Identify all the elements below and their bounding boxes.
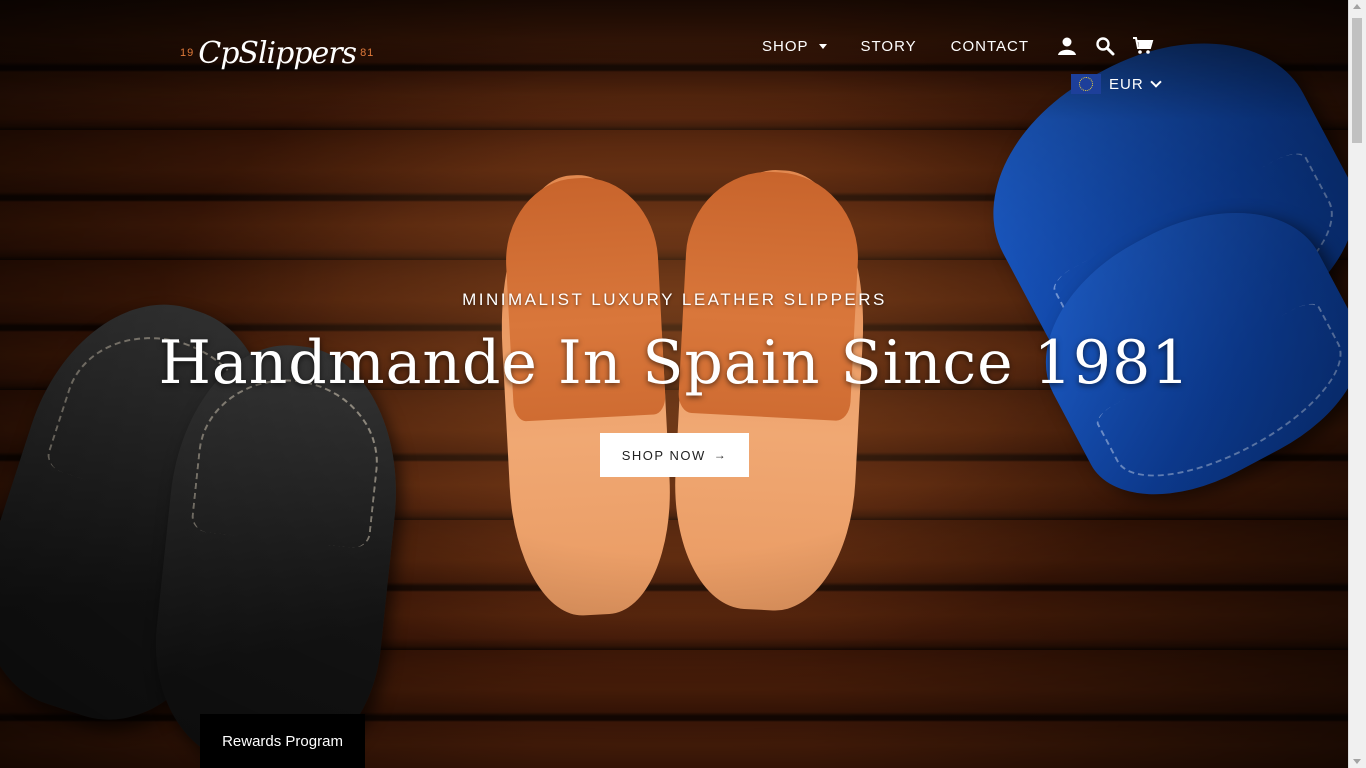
page-scrollbar[interactable]: [1348, 0, 1366, 768]
scroll-down-icon[interactable]: [1353, 759, 1361, 764]
hero-text: MINIMALIST LUXURY LEATHER SLIPPERS Handm…: [0, 290, 1349, 398]
logo-year-right: 81: [360, 47, 375, 59]
account-icon[interactable]: [1055, 34, 1079, 58]
shop-now-label: SHOP NOW: [621, 447, 706, 463]
hero-title: Handmande In Spain Since 1981: [158, 328, 1191, 398]
search-icon[interactable]: [1093, 34, 1117, 58]
nav-contact[interactable]: CONTACT: [951, 38, 1029, 55]
main-nav: SHOP STORY CONTACT: [762, 34, 1169, 58]
rewards-program-button[interactable]: Rewards Program: [200, 714, 365, 768]
nav-shop[interactable]: SHOP: [762, 38, 827, 55]
arrow-right-icon: →: [713, 448, 728, 462]
nav-story[interactable]: STORY: [861, 38, 917, 55]
logo-wordmark: CpSlippers: [198, 35, 357, 71]
currency-label: EUR: [1109, 75, 1144, 93]
eu-flag-icon: [1071, 74, 1101, 94]
hero-subtitle: MINIMALIST LUXURY LEATHER SLIPPERS: [462, 290, 887, 309]
brand-logo[interactable]: 19 CpSlippers 81: [180, 28, 373, 78]
scroll-up-icon[interactable]: [1353, 4, 1361, 9]
chevron-down-icon: [1150, 76, 1162, 88]
shop-now-button[interactable]: SHOP NOW →: [600, 433, 749, 477]
logo-year-left: 19: [180, 47, 195, 59]
currency-selector[interactable]: EUR: [1071, 74, 1162, 94]
nav-shop-label: SHOP: [762, 37, 809, 55]
chevron-down-icon: [818, 43, 827, 49]
cart-icon[interactable]: [1131, 34, 1155, 58]
site-header: 19 CpSlippers 81 SHOP STORY CONTACT EUR: [0, 0, 1349, 110]
page: 19 CpSlippers 81 SHOP STORY CONTACT EUR: [0, 0, 1349, 768]
scroll-thumb[interactable]: [1352, 18, 1362, 143]
